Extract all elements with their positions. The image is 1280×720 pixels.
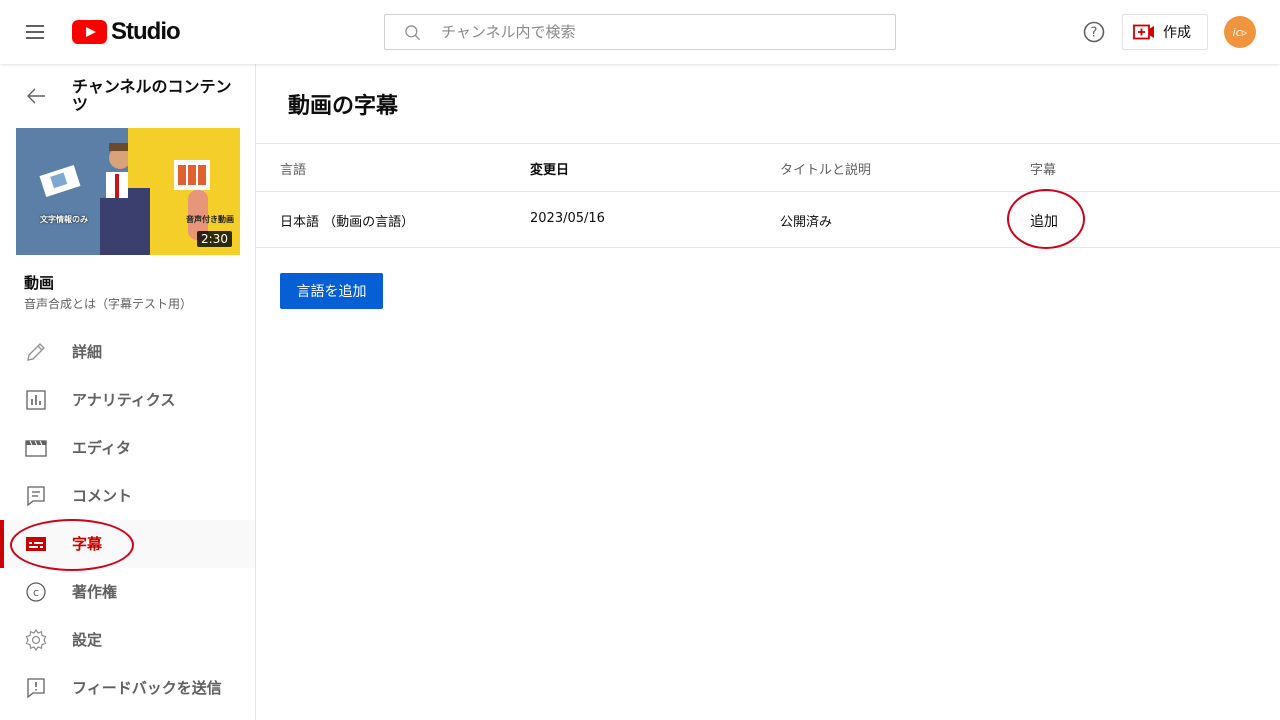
sidebar: チャンネルのコンテンツ 文字情報のみ 音声付き動画 2:30 動画 音声合成とは… — [0, 64, 256, 720]
avatar[interactable]: ic▹ — [1224, 16, 1256, 48]
create-label: 作成 — [1163, 25, 1191, 41]
sidebar-item-label: アナリティクス — [72, 391, 176, 409]
editor-icon — [25, 440, 47, 457]
youtube-play-icon — [72, 20, 107, 44]
top-app-bar: Studio ? 作成 ic▹ — [0, 0, 1280, 64]
pencil-icon — [27, 343, 45, 361]
sidebar-item-settings[interactable]: 設定 — [0, 616, 255, 664]
video-duration: 2:30 — [197, 231, 232, 247]
create-video-icon — [1133, 24, 1154, 40]
sidebar-item-feedback[interactable]: フィードバックを送信 — [0, 664, 255, 712]
sidebar-item-label: 著作権 — [72, 583, 118, 601]
column-header-language: 言語 — [280, 163, 307, 178]
thumbnail-right-caption: 音声付き動画 — [186, 215, 234, 224]
sidebar-item-comments[interactable]: コメント — [0, 472, 255, 520]
modified-date-cell: 2023/05/16 — [530, 211, 605, 226]
title-description-status[interactable]: 公開済み — [780, 211, 832, 230]
language-cell: 日本語 （動画の言語） — [280, 215, 415, 230]
svg-text:?: ? — [1091, 26, 1098, 41]
comment-icon — [27, 486, 45, 507]
video-title: 音声合成とは（字幕テスト用） — [24, 297, 193, 311]
channel-content-title[interactable]: チャンネルのコンテンツ — [72, 78, 240, 114]
sidebar-item-label: コメント — [72, 487, 133, 505]
search-icon — [405, 25, 421, 41]
column-header-title-description: タイトルと説明 — [780, 163, 872, 178]
back-arrow-icon[interactable] — [24, 84, 48, 108]
sidebar-item-label: エディタ — [72, 439, 131, 457]
add-subtitles-link[interactable]: 追加 — [1030, 211, 1058, 231]
video-section-label: 動画 — [24, 274, 55, 292]
thumbnail-illustration — [39, 143, 131, 255]
column-header-subtitles: 字幕 — [1030, 163, 1057, 178]
sidebar-item-analytics[interactable]: アナリティクス — [0, 376, 255, 424]
sidebar-item-label: 詳細 — [72, 343, 103, 361]
main-content: 動画の字幕 言語 変更日 タイトルと説明 字幕 日本語 （動画の言語） 2023… — [256, 64, 1280, 720]
table-row: 日本語 （動画の言語） 2023/05/16 公開済み 追加 — [256, 191, 1280, 248]
column-header-modified[interactable]: 変更日 — [530, 159, 569, 178]
help-icon[interactable]: ? — [1082, 20, 1106, 44]
subtitles-table: 言語 変更日 タイトルと説明 字幕 日本語 （動画の言語） 2023/05/16… — [256, 143, 1280, 248]
add-language-button[interactable]: 言語を追加 — [280, 273, 383, 309]
analytics-icon — [26, 390, 46, 410]
create-button[interactable]: 作成 — [1122, 14, 1208, 50]
sidebar-item-label: 設定 — [72, 631, 103, 649]
sidebar-nav: 詳細 アナリティクス エディタ コメント 字幕 c 著作権 設定 フィードバック… — [0, 328, 255, 712]
sidebar-item-copyright[interactable]: c 著作権 — [0, 568, 255, 616]
thumbnail-left-panel: 文字情報のみ — [16, 128, 131, 255]
search-input[interactable] — [441, 21, 881, 43]
page-title: 動画の字幕 — [288, 94, 399, 119]
sidebar-item-subtitles[interactable]: 字幕 — [0, 520, 255, 568]
feedback-icon — [27, 678, 45, 699]
svg-text:c: c — [33, 586, 39, 599]
sidebar-item-label: 字幕 — [72, 535, 103, 553]
video-thumbnail[interactable]: 文字情報のみ 音声付き動画 2:30 — [16, 128, 240, 255]
sidebar-item-label: フィードバックを送信 — [72, 679, 222, 697]
sidebar-item-details[interactable]: 詳細 — [0, 328, 255, 376]
logo-text: Studio — [111, 18, 181, 45]
sidebar-item-editor[interactable]: エディタ — [0, 424, 255, 472]
subtitles-icon — [26, 537, 46, 551]
thumbnail-left-caption: 文字情報のみ — [40, 215, 88, 224]
gear-icon — [25, 628, 47, 652]
copyright-icon: c — [26, 582, 46, 602]
table-header-row: 言語 変更日 タイトルと説明 字幕 — [256, 143, 1280, 191]
hamburger-menu-icon[interactable] — [24, 20, 48, 44]
studio-logo[interactable]: Studio — [72, 18, 181, 45]
search-box — [384, 14, 896, 50]
